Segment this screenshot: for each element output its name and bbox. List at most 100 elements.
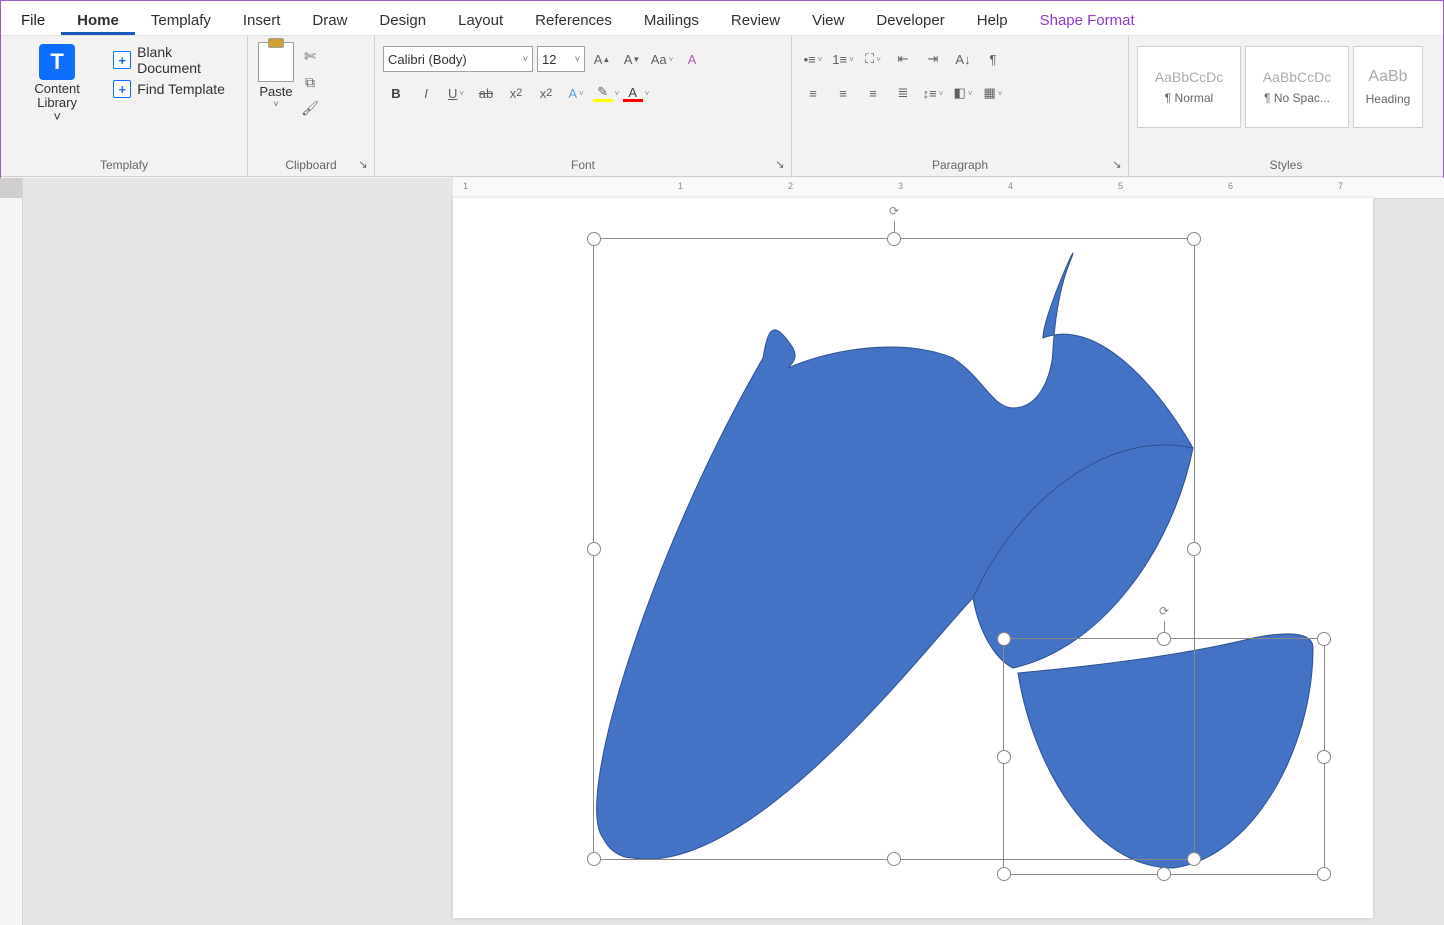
tab-help[interactable]: Help [961, 6, 1024, 35]
tab-shape-format[interactable]: Shape Format [1024, 6, 1151, 35]
ruler-mark: 3 [898, 181, 903, 191]
line-spacing-button[interactable]: ↕≡˅ [920, 80, 946, 106]
find-template-label: Find Template [137, 81, 225, 97]
document-gutter [23, 178, 453, 925]
tab-references[interactable]: References [519, 6, 628, 35]
ruler-mark: 1 [678, 181, 683, 191]
tab-insert[interactable]: Insert [227, 6, 297, 35]
tab-home[interactable]: Home [61, 6, 135, 35]
font-name-combo[interactable]: Calibri (Body) ˅ [383, 46, 533, 72]
chevron-down-icon[interactable]: ˅ [519, 54, 528, 64]
blank-document-label: Blank Document [137, 44, 239, 76]
freeform-shape-bowl[interactable] [1018, 634, 1313, 868]
superscript-button[interactable]: x2 [533, 80, 559, 106]
subscript-button[interactable]: x2 [503, 80, 529, 106]
style-preview: AaBb [1368, 68, 1407, 86]
chevron-down-icon: ˅ [273, 99, 278, 109]
align-left-button[interactable]: ≡ [800, 80, 826, 106]
tab-layout[interactable]: Layout [442, 6, 519, 35]
document-area: 1 1 2 3 4 5 6 7 ⟳ [0, 178, 1444, 925]
strikethrough-button[interactable]: ab [473, 80, 499, 106]
ruler-mark: 2 [788, 181, 793, 191]
tab-draw[interactable]: Draw [296, 6, 363, 35]
plus-icon: + [113, 51, 131, 69]
group-label-paragraph: Paragraph [800, 156, 1120, 174]
style-preview: AaBbCcDc [1263, 69, 1331, 85]
increase-indent-button[interactable]: ⇥ [920, 46, 946, 72]
font-size-combo[interactable]: 12 ˅ [537, 46, 585, 72]
vertical-ruler[interactable] [0, 178, 23, 925]
style-no-spacing[interactable]: AaBbCcDc ¶ No Spac... [1245, 46, 1349, 128]
ruler-mark: 6 [1228, 181, 1233, 191]
content-library-label: Content Library [34, 81, 80, 110]
menu-bar: File Home Templafy Insert Draw Design La… [1, 1, 1443, 36]
plus-icon: + [113, 80, 131, 98]
group-clipboard: Paste ˅ ✄ ⧉ 🖌 Clipboard ↘ [248, 36, 375, 176]
tab-view[interactable]: View [796, 6, 860, 35]
tab-review[interactable]: Review [715, 6, 796, 35]
tab-templafy[interactable]: Templafy [135, 6, 227, 35]
find-template-button[interactable]: + Find Template [113, 80, 239, 98]
style-normal[interactable]: AaBbCcDc ¶ Normal [1137, 46, 1241, 128]
font-dialog-launcher[interactable]: ↘ [773, 158, 787, 172]
canvas-svg [453, 198, 1373, 918]
underline-button[interactable]: U˅ [443, 80, 469, 106]
copy-button[interactable]: ⧉ [300, 72, 320, 92]
style-name-label: ¶ No Spac... [1264, 91, 1330, 105]
ruler-mark: 4 [1008, 181, 1013, 191]
document-page[interactable]: ⟳ ⟳ [453, 198, 1373, 918]
clipboard-dialog-launcher[interactable]: ↘ [356, 158, 370, 172]
shading-button[interactable]: ◧˅ [950, 80, 976, 106]
horizontal-ruler[interactable]: 1 1 2 3 4 5 6 7 [453, 178, 1444, 199]
tab-file[interactable]: File [5, 6, 61, 35]
text-effects-button[interactable]: A˅ [563, 80, 589, 106]
highlight-button[interactable]: ✎˅ [593, 80, 619, 106]
chevron-down-icon[interactable]: ˅ [571, 54, 580, 64]
font-size-value: 12 [542, 52, 556, 67]
align-center-button[interactable]: ≡ [830, 80, 856, 106]
templafy-icon: T [39, 44, 75, 80]
tab-developer[interactable]: Developer [860, 6, 960, 35]
style-name-label: ¶ Normal [1165, 91, 1213, 105]
borders-button[interactable]: ▦˅ [980, 80, 1006, 106]
bullets-button[interactable]: •≡˅ [800, 46, 826, 72]
change-case-button[interactable]: Aa˅ [649, 46, 675, 72]
ribbon: T Content Library˅ + Blank Document + Fi… [1, 36, 1443, 177]
group-templafy: T Content Library˅ + Blank Document + Fi… [1, 36, 248, 176]
tab-mailings[interactable]: Mailings [628, 6, 715, 35]
clear-formatting-button[interactable]: A [679, 46, 705, 72]
style-heading[interactable]: AaBb Heading [1353, 46, 1423, 128]
decrease-indent-button[interactable]: ⇤ [890, 46, 916, 72]
group-label-font: Font [383, 156, 783, 174]
sort-button[interactable]: A↓ [950, 46, 976, 72]
group-styles: AaBbCcDc ¶ Normal AaBbCcDc ¶ No Spac... … [1129, 36, 1443, 176]
blank-document-button[interactable]: + Blank Document [113, 44, 239, 76]
group-label-styles: Styles [1137, 156, 1435, 174]
ruler-mark: 1 [463, 181, 468, 191]
font-color-button[interactable]: A˅ [623, 80, 649, 106]
align-right-button[interactable]: ≡ [860, 80, 886, 106]
group-font: Calibri (Body) ˅ 12 ˅ A▲ A▼ Aa˅ A B I U˅ a… [375, 36, 792, 176]
group-paragraph: •≡˅ 1≡˅ ⛶˅ ⇤ ⇥ A↓ ¶ ≡ ≡ ≡ ≣ ↕≡˅ ◧˅ ▦˅ Pa… [792, 36, 1129, 176]
bold-button[interactable]: B [383, 80, 409, 106]
tab-design[interactable]: Design [363, 6, 442, 35]
grow-font-button[interactable]: A▲ [589, 46, 615, 72]
content-library-button[interactable]: T Content Library˅ [9, 40, 105, 128]
format-painter-button[interactable]: 🖌 [300, 98, 320, 118]
font-name-value: Calibri (Body) [388, 52, 467, 67]
show-marks-button[interactable]: ¶ [980, 46, 1006, 72]
group-label-clipboard: Clipboard [256, 156, 366, 174]
cut-button[interactable]: ✄ [300, 46, 320, 66]
paste-button[interactable]: Paste ˅ [256, 40, 296, 111]
ruler-mark: 5 [1118, 181, 1123, 191]
style-preview: AaBbCcDc [1155, 69, 1223, 85]
numbering-button[interactable]: 1≡˅ [830, 46, 856, 72]
multilevel-button[interactable]: ⛶˅ [860, 46, 886, 72]
justify-button[interactable]: ≣ [890, 80, 916, 106]
group-label-templafy: Templafy [9, 156, 239, 174]
page-wrap: 1 1 2 3 4 5 6 7 ⟳ [453, 178, 1444, 925]
paragraph-dialog-launcher[interactable]: ↘ [1110, 158, 1124, 172]
shrink-font-button[interactable]: A▼ [619, 46, 645, 72]
style-name-label: Heading [1366, 92, 1411, 106]
italic-button[interactable]: I [413, 80, 439, 106]
